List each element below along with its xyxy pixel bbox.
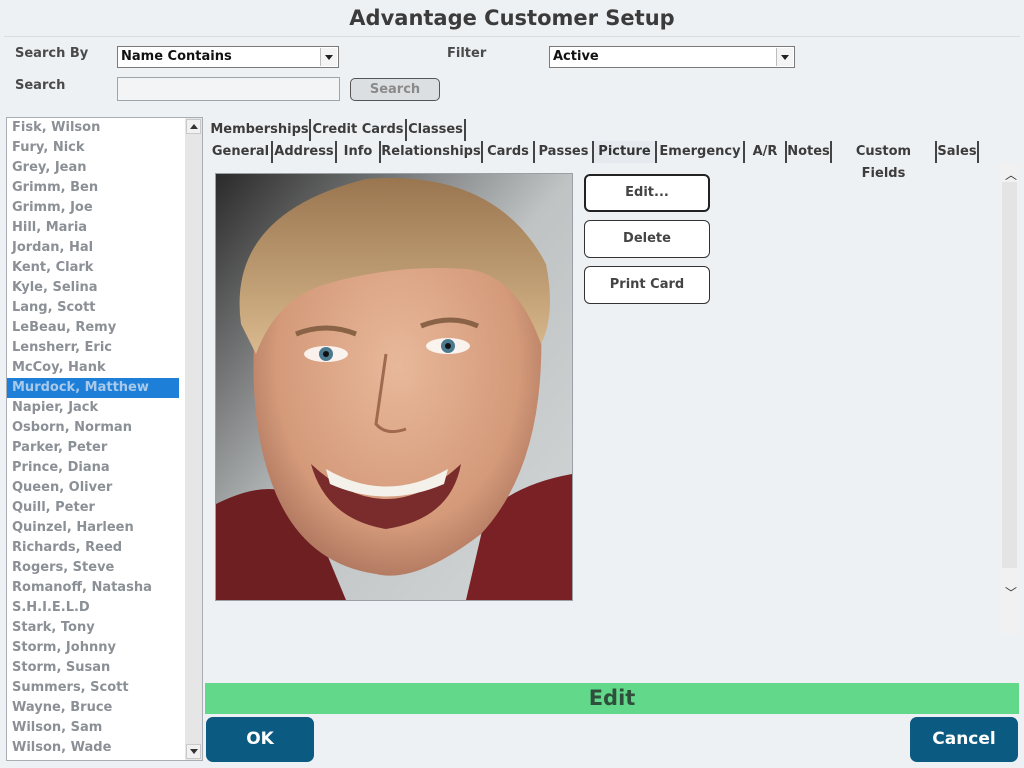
tab-custom-fields[interactable]: Custom Fields <box>832 141 937 181</box>
customer-list-item[interactable]: Parker, Peter <box>7 438 179 458</box>
customer-list-item[interactable]: Fisk, Wilson <box>7 118 179 138</box>
customer-list-item[interactable]: Hill, Maria <box>7 218 179 238</box>
tab-passes[interactable]: Passes <box>535 141 594 163</box>
tab-classes[interactable]: Classes <box>407 119 466 141</box>
scroll-down-icon[interactable]: ﹀ <box>1005 584 1017 601</box>
search-input[interactable] <box>117 77 340 101</box>
customer-list-item[interactable]: Wilson, Sam <box>7 718 179 738</box>
customer-list-item[interactable]: Wayne, Bruce <box>7 698 179 718</box>
customer-list-item[interactable]: Grimm, Ben <box>7 178 179 198</box>
customer-list-item[interactable]: Fury, Nick <box>7 138 179 158</box>
tab-cards[interactable]: Cards <box>483 141 535 163</box>
filter-select[interactable]: Active <box>549 46 795 68</box>
chevron-down-icon[interactable] <box>320 48 337 66</box>
tab-notes[interactable]: Notes <box>787 141 832 163</box>
customer-list-scrollbar[interactable] <box>185 118 202 760</box>
tab-credit-cards[interactable]: Credit Cards <box>311 119 407 141</box>
customer-list-item[interactable]: Queen, Oliver <box>7 478 179 498</box>
delete-picture-button[interactable]: Delete <box>584 220 710 258</box>
search-button[interactable]: Search <box>350 78 440 101</box>
customer-list-item[interactable]: Kyle, Selina <box>7 278 179 298</box>
customer-list-item[interactable]: Wilson, Wade <box>7 738 179 758</box>
customer-list-item[interactable]: Storm, Susan <box>7 658 179 678</box>
cancel-button[interactable]: Cancel <box>910 717 1018 762</box>
window-title: Advantage Customer Setup <box>349 6 675 30</box>
customer-list-item[interactable]: Grimm, Joe <box>7 198 179 218</box>
customer-list-item[interactable]: S.H.I.E.L.D <box>7 598 179 618</box>
scroll-down-icon[interactable] <box>186 744 201 759</box>
customer-list-item[interactable]: Quinzel, Harleen <box>7 518 179 538</box>
customer-list-item[interactable]: Prince, Diana <box>7 458 179 478</box>
customer-list-item[interactable]: Quill, Peter <box>7 498 179 518</box>
print-card-button[interactable]: Print Card <box>584 266 710 304</box>
customer-list-item[interactable]: Storm, Johnny <box>7 638 179 658</box>
tab-relationships[interactable]: Relationships <box>381 141 483 163</box>
filter-label: Filter <box>447 46 487 61</box>
search-label: Search <box>15 78 66 93</box>
tab-sales[interactable]: Sales <box>937 141 979 163</box>
edit-picture-button[interactable]: Edit... <box>584 174 710 212</box>
customer-list[interactable]: Fisk, Wilson Fury, Nick Grey, Jean Grimm, B… <box>6 117 203 761</box>
tab-emergency[interactable]: Emergency <box>657 141 745 163</box>
customer-list-item[interactable]: Lang, Scott <box>7 298 179 318</box>
customer-list-item[interactable]: McCoy, Hank <box>7 358 179 378</box>
search-by-value: Name Contains <box>121 49 232 64</box>
tab-a-r[interactable]: A/R <box>745 141 787 163</box>
customer-list-item[interactable]: Rogers, Steve <box>7 558 179 578</box>
panel-scrollbar[interactable]: ︿ ﹀ <box>1000 164 1019 634</box>
customer-list-item[interactable]: Kent, Clark <box>7 258 179 278</box>
tab-memberships[interactable]: Memberships <box>210 119 311 141</box>
customer-list-item[interactable]: Murdock, Matthew <box>7 378 179 398</box>
tab-address[interactable]: Address <box>273 141 337 163</box>
tab-general[interactable]: General <box>210 141 273 163</box>
tab-info[interactable]: Info <box>337 141 381 163</box>
customer-list-item[interactable]: Romanoff, Natasha <box>7 578 179 598</box>
customer-photo <box>215 173 573 601</box>
search-by-label: Search By <box>15 46 89 61</box>
customer-list-item[interactable]: Grey, Jean <box>7 158 179 178</box>
customer-list-item[interactable]: Summers, Scott <box>7 678 179 698</box>
customer-list-item[interactable]: Jordan, Hal <box>7 238 179 258</box>
search-by-select[interactable]: Name Contains <box>117 46 339 68</box>
chevron-down-icon[interactable] <box>776 48 793 66</box>
customer-list-item[interactable]: Osborn, Norman <box>7 418 179 438</box>
filter-value: Active <box>553 49 599 64</box>
tab-picture[interactable]: Picture <box>594 141 657 163</box>
customer-list-item[interactable]: LeBeau, Remy <box>7 318 179 338</box>
ok-button[interactable]: OK <box>206 717 314 762</box>
customer-list-item[interactable]: Lensherr, Eric <box>7 338 179 358</box>
scroll-up-icon[interactable] <box>186 119 201 134</box>
customer-list-item[interactable]: Richards, Reed <box>7 538 179 558</box>
scroll-thumb[interactable] <box>1002 182 1017 568</box>
customer-list-item[interactable]: Napier, Jack <box>7 398 179 418</box>
status-bar: Edit <box>205 683 1019 714</box>
customer-list-item[interactable]: Stark, Tony <box>7 618 179 638</box>
scroll-up-icon[interactable]: ︿ <box>1005 166 1017 183</box>
